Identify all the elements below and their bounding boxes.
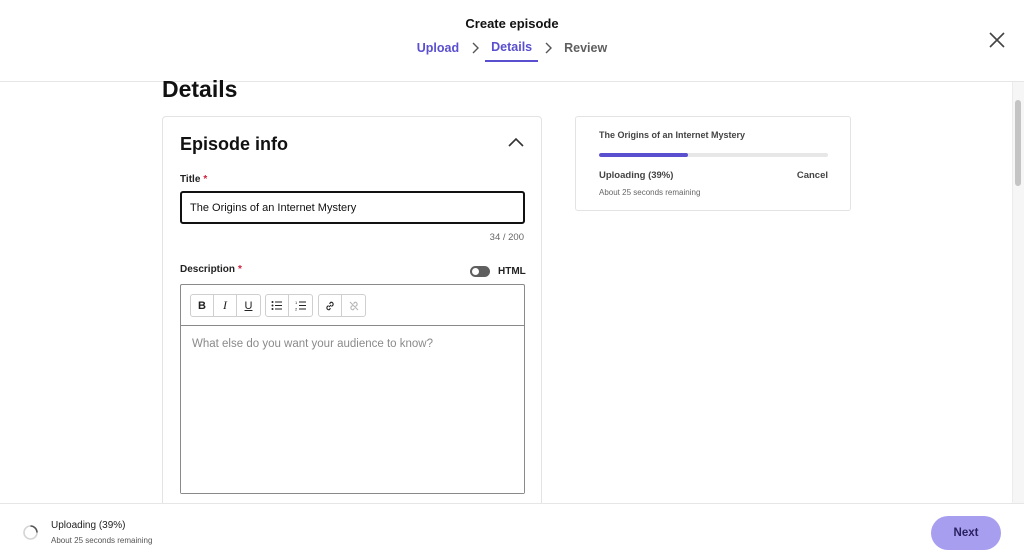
bullet-list-icon[interactable] bbox=[266, 295, 289, 316]
bold-button[interactable]: B bbox=[191, 295, 214, 316]
upload-progress-fill bbox=[599, 153, 689, 157]
footer-upload-remaining: About 25 seconds remaining bbox=[51, 536, 153, 545]
step-review[interactable]: Review bbox=[558, 41, 613, 61]
description-editor: B I U 12 bbox=[180, 284, 525, 494]
header-bar: Create episode Upload Details Review bbox=[0, 0, 1024, 82]
step-upload[interactable]: Upload bbox=[411, 41, 465, 61]
link-icon[interactable] bbox=[319, 295, 342, 316]
section-title: Episode info bbox=[180, 134, 288, 154]
episode-info-card: Episode info Title* 34 / 200 Description… bbox=[162, 116, 542, 516]
html-toggle[interactable] bbox=[470, 266, 490, 277]
required-mark: * bbox=[238, 264, 242, 275]
format-group: B I U bbox=[190, 294, 261, 317]
svg-text:2: 2 bbox=[295, 307, 298, 312]
chevron-right-icon bbox=[467, 40, 483, 56]
html-toggle-label: HTML bbox=[498, 266, 526, 277]
link-group bbox=[318, 294, 366, 317]
italic-button[interactable]: I bbox=[214, 295, 237, 316]
next-button[interactable]: Next bbox=[931, 516, 1001, 550]
underline-button[interactable]: U bbox=[237, 295, 260, 316]
close-icon[interactable] bbox=[986, 29, 1008, 51]
upload-status-text: Uploading (39%) bbox=[599, 170, 674, 181]
spinner-icon bbox=[22, 524, 39, 541]
step-details[interactable]: Details bbox=[485, 40, 539, 62]
toggle-knob bbox=[472, 268, 479, 275]
cancel-upload-button[interactable]: Cancel bbox=[797, 170, 828, 181]
description-label-text: Description bbox=[180, 264, 236, 275]
svg-text:1: 1 bbox=[295, 300, 298, 305]
required-mark: * bbox=[203, 174, 208, 185]
footer-bar: Uploading (39%) About 25 seconds remaini… bbox=[0, 503, 1024, 560]
footer-upload-status: Uploading (39%) bbox=[51, 520, 126, 531]
upload-remaining-text: About 25 seconds remaining bbox=[599, 188, 701, 197]
dialog-title: Create episode bbox=[465, 16, 559, 31]
list-group: 12 bbox=[265, 294, 313, 317]
unlink-icon[interactable] bbox=[342, 295, 365, 316]
upload-progress-card: The Origins of an Internet Mystery Uploa… bbox=[575, 116, 851, 211]
chevron-up-icon[interactable] bbox=[507, 136, 525, 150]
title-label: Title * bbox=[180, 174, 207, 185]
editor-toolbar: B I U 12 bbox=[181, 285, 524, 326]
numbered-list-icon[interactable]: 12 bbox=[289, 295, 312, 316]
title-label-text: Title bbox=[180, 174, 201, 185]
title-char-counter: 34 / 200 bbox=[489, 232, 524, 243]
upload-progress-bar bbox=[599, 153, 828, 157]
step-navigation: Upload Details Review bbox=[0, 40, 1024, 62]
chevron-right-icon bbox=[540, 40, 556, 56]
title-input[interactable] bbox=[180, 191, 525, 224]
html-toggle-group: HTML bbox=[470, 266, 526, 277]
description-input[interactable] bbox=[181, 326, 524, 493]
page-title: Details bbox=[162, 76, 238, 102]
upload-file-name: The Origins of an Internet Mystery bbox=[599, 130, 746, 140]
scrollbar-thumb[interactable] bbox=[1015, 100, 1021, 186]
description-label: Description * bbox=[180, 264, 242, 275]
